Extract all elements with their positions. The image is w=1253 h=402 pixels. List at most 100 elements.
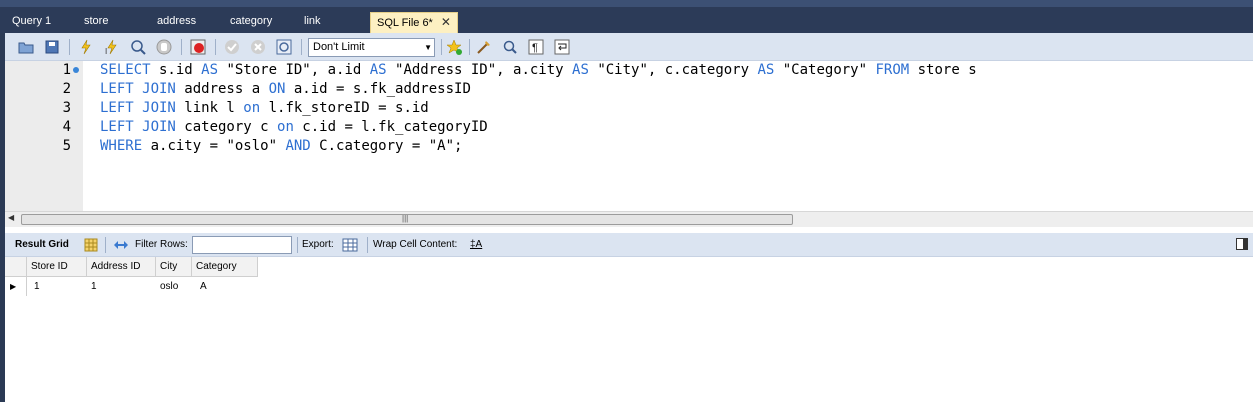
sql-token: "Category" [774, 62, 876, 78]
toolbar-separator [69, 39, 70, 55]
sql-keyword: LEFT JOIN [100, 81, 176, 97]
scrollbar-thumb[interactable]: ||| [21, 214, 793, 225]
stop-icon[interactable] [155, 38, 173, 56]
grid-view-icon[interactable] [82, 236, 100, 254]
tab-label: SQL File 6* [377, 17, 433, 29]
toolbar-separator [441, 39, 442, 55]
tab-category[interactable]: category [230, 14, 272, 30]
code-line[interactable]: LEFT JOIN link l on l.fk_storeID = s.id [100, 99, 429, 118]
sql-keyword: AS [369, 62, 387, 78]
rollback-icon[interactable] [249, 38, 267, 56]
sql-token: l.fk_storeID = s.id [260, 100, 429, 116]
sql-token: s.id [150, 62, 202, 78]
tab-label: address [157, 15, 197, 27]
sql-keyword: LEFT JOIN [100, 119, 176, 135]
autocommit-icon[interactable] [275, 38, 293, 56]
sql-keyword: SELECT [100, 62, 151, 78]
filter-rows-input[interactable] [192, 236, 292, 254]
word-wrap-icon[interactable] [553, 38, 571, 56]
toggle-error-icon[interactable] [189, 38, 207, 56]
sql-token: "Address ID", a.city [386, 62, 573, 78]
sql-keyword: AS [201, 62, 219, 78]
invisible-chars-icon[interactable]: ¶ [527, 38, 545, 56]
toolbar-separator [367, 237, 368, 253]
refresh-icon[interactable] [111, 236, 129, 254]
open-folder-icon[interactable] [17, 38, 35, 56]
export-label: Export: [302, 239, 334, 250]
sql-keyword: AND [285, 138, 311, 154]
sql-keyword: AS [757, 62, 775, 78]
tab-label: Query 1 [12, 15, 52, 27]
line-number: 3 [62, 100, 71, 116]
svg-text:I: I [105, 47, 107, 55]
table-cell[interactable]: 1 [87, 277, 97, 296]
column-header-category[interactable]: Category [192, 257, 258, 277]
window-top-strip [0, 0, 1253, 7]
current-statement-marker [73, 67, 79, 73]
sql-token: store s [909, 62, 977, 78]
sql-keyword: LEFT JOIN [100, 100, 176, 116]
code-line[interactable]: SELECT s.id AS "Store ID", a.id AS "Addr… [100, 61, 977, 80]
sql-keyword: AS [572, 62, 589, 78]
column-header-city[interactable]: City [156, 257, 192, 277]
toolbar-separator [297, 237, 298, 253]
sql-token: C.category = "A"; [310, 138, 463, 154]
sql-token: a.city = "oslo" [142, 138, 286, 154]
line-number: 5 [62, 138, 71, 154]
column-header-store-id[interactable]: Store ID [27, 257, 87, 277]
sql-token: c.id = l.fk_categoryID [293, 119, 488, 135]
limit-rows-select[interactable]: Don't Limit ▼ [308, 38, 435, 57]
commit-icon[interactable] [223, 38, 241, 56]
save-icon[interactable] [43, 38, 61, 56]
sql-editor-panel: I Don't Limit ▼ ¶ 1 2 3 4 5 SELECT s.id A… [5, 33, 1253, 233]
results-panel: Result Grid Filter Rows: Export: Wrap Ce… [5, 233, 1253, 402]
find-icon[interactable] [501, 38, 519, 56]
tab-link[interactable]: link [304, 14, 321, 30]
scroll-left-icon[interactable]: ◀ [8, 213, 14, 222]
tab-address[interactable]: address [157, 14, 196, 30]
line-number: 4 [62, 119, 71, 135]
add-snippet-icon[interactable] [445, 38, 463, 56]
sql-token: category c [175, 119, 278, 135]
row-selector-icon[interactable]: ▶ [5, 277, 27, 296]
limit-rows-value: Don't Limit [313, 41, 365, 53]
tab-label: category [230, 15, 273, 27]
tab-query-1[interactable]: Query 1 [12, 14, 51, 30]
grip-icon: ||| [402, 214, 409, 223]
code-line[interactable]: LEFT JOIN category c on c.id = l.fk_cate… [100, 118, 488, 137]
sql-code-area[interactable]: SELECT s.id AS "Store ID", a.id AS "Addr… [100, 61, 1250, 211]
column-header-address-id[interactable]: Address ID [87, 257, 156, 277]
chevron-down-icon: ▼ [424, 43, 432, 52]
table-cell[interactable]: oslo [156, 277, 178, 296]
sql-token: "City", c.category [588, 62, 758, 78]
sql-token: "Store ID", a.id [218, 62, 370, 78]
sql-keyword: on [277, 119, 294, 135]
sql-keyword: WHERE [100, 138, 143, 154]
sql-keyword: ON [268, 81, 286, 97]
close-icon[interactable]: ✕ [441, 16, 451, 28]
table-cell[interactable]: 1 [30, 277, 40, 296]
tab-store[interactable]: store [84, 14, 108, 30]
execute-current-icon[interactable]: I [103, 38, 121, 56]
toolbar-separator [105, 237, 106, 253]
editor-toolbar: I Don't Limit ▼ ¶ [5, 33, 1253, 61]
toolbar-separator [301, 39, 302, 55]
horizontal-scrollbar[interactable]: ◀ ||| [5, 211, 1253, 227]
line-number: 2 [62, 81, 71, 97]
toolbar-separator [215, 39, 216, 55]
explain-icon[interactable] [129, 38, 147, 56]
result-grid-tab[interactable]: Result Grid [15, 239, 69, 250]
sql-keyword: FROM [875, 62, 910, 78]
code-line[interactable]: WHERE a.city = "oslo" AND C.category = "… [100, 137, 462, 156]
execute-icon[interactable] [77, 38, 95, 56]
wrap-cell-icon[interactable]: ‡A [470, 239, 482, 250]
code-line[interactable]: LEFT JOIN address a ON a.id = s.fk_addre… [100, 80, 471, 99]
beautify-icon[interactable] [475, 38, 493, 56]
table-cell[interactable]: A [196, 277, 207, 296]
sql-token: link l [175, 100, 244, 116]
tab-sql-file-6[interactable]: SQL File 6* ✕ [370, 12, 458, 33]
toolbar-separator [469, 39, 470, 55]
tab-label: link [304, 15, 321, 27]
export-icon[interactable] [341, 236, 359, 254]
side-panel-toggle-icon[interactable] [1236, 238, 1248, 250]
